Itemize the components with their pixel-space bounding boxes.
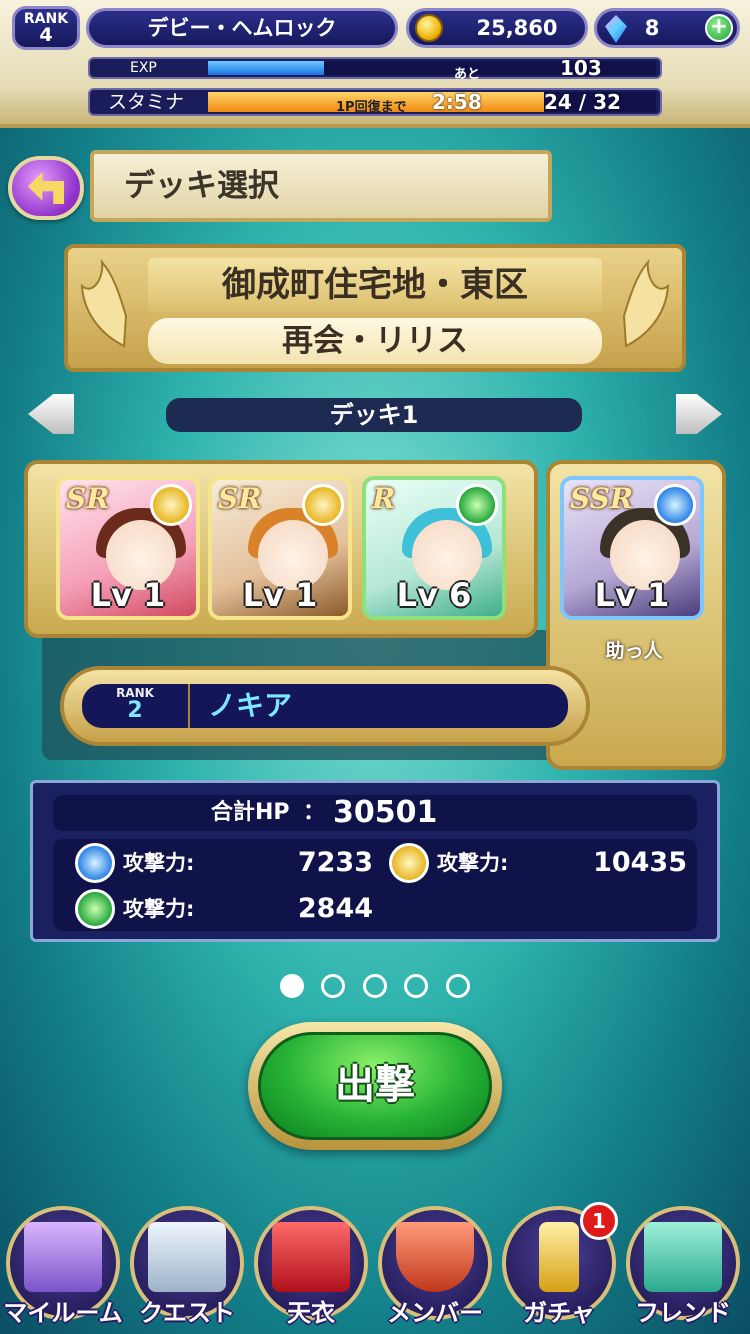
water-attack-label: 攻撃力: [123, 851, 195, 875]
total-hp-separator: ： [303, 800, 326, 825]
deck-card-1[interactable]: SR Lv 1 [56, 476, 200, 620]
attack-stats: 攻撃力: 7233 攻撃力: 10435 攻撃力: 2844 [53, 839, 697, 931]
gem-value: 8 [644, 16, 660, 40]
water-icon [75, 843, 115, 883]
prev-deck-arrow-icon[interactable] [28, 394, 74, 434]
leader-rank: RANK 2 [82, 684, 190, 728]
stamina-recover-label: 1P回復まで [336, 100, 407, 115]
page-dot-5[interactable] [446, 974, 470, 998]
helper-card[interactable]: SSR Lv 1 [560, 476, 704, 620]
gem-icon [605, 15, 627, 43]
deck-title: デッキ1 [166, 398, 582, 432]
rarity-badge: R [372, 482, 396, 515]
stamina-label: スタミナ [108, 91, 185, 113]
rarity-badge: SR [218, 482, 262, 515]
quest-name: 再会・リリス [148, 318, 602, 364]
total-hp-label: 合計HP [211, 800, 290, 825]
exp-fill [208, 61, 325, 75]
deck-card-2[interactable]: SR Lv 1 [208, 476, 352, 620]
sun-icon [389, 843, 429, 883]
leaf-icon [456, 484, 498, 526]
rarity-badge: SR [66, 482, 110, 515]
sun-icon [150, 484, 192, 526]
dress-icon [272, 1222, 350, 1292]
sun-attack-label: 攻撃力: [437, 851, 509, 875]
stamina-value: 24 / 32 [544, 90, 621, 114]
nav-label: メンバー [387, 1299, 483, 1327]
exp-remaining: 103 [560, 56, 602, 80]
nav-label: マイルーム [3, 1299, 123, 1327]
nav-label: ガチャ [523, 1299, 595, 1327]
card-level: Lv 1 [594, 576, 670, 614]
nav-member[interactable]: メンバー [372, 1188, 498, 1334]
page-dot-4[interactable] [404, 974, 428, 998]
sun-attack-value: 10435 [593, 847, 687, 878]
handshake-icon [644, 1222, 722, 1292]
nav-label: クエスト [139, 1299, 235, 1327]
coin-icon [415, 14, 443, 42]
gem-counter: 8 + [594, 8, 740, 48]
water-attack-value: 7233 [297, 847, 373, 878]
back-button[interactable] [8, 156, 84, 220]
player-rank-badge: RANK 4 [12, 6, 80, 50]
deck-stats-panel: 合計HP ： 30501 攻撃力: 7233 攻撃力: 10435 攻撃力: 2… [30, 780, 720, 942]
nav-myroom[interactable]: マイルーム [0, 1188, 126, 1334]
stamina-timer: 2:58 [432, 90, 482, 114]
stamina-bar: スタミナ 1P回復まで 2:58 24 / 32 [88, 88, 662, 116]
leaf-icon [75, 889, 115, 929]
nav-label: フレンド [635, 1299, 731, 1327]
coin-counter: 25,860 [406, 8, 588, 48]
leader-name: ノキア [208, 689, 293, 722]
add-gem-button[interactable]: + [705, 14, 733, 42]
water-icon [654, 484, 696, 526]
coin-value: 25,860 [476, 16, 558, 40]
rank-value: 4 [39, 24, 53, 46]
bottom-nav: マイルーム クエスト 天衣 メンバー 1 ガチャ フレンド [0, 1188, 750, 1334]
page-title: デッキ選択 [90, 150, 552, 222]
sortie-button[interactable]: 出撃 [258, 1032, 492, 1140]
exp-bar: EXP あと 103 [88, 56, 662, 82]
next-deck-arrow-icon[interactable] [676, 394, 722, 434]
page-dot-3[interactable] [363, 974, 387, 998]
nav-friend[interactable]: フレンド [620, 1188, 746, 1334]
nav-gacha[interactable]: 1 ガチャ [496, 1188, 622, 1334]
nav-quest[interactable]: クエスト [124, 1188, 250, 1334]
nav-tenui[interactable]: 天衣 [248, 1188, 374, 1334]
card-level: Lv 1 [242, 576, 318, 614]
card-level: Lv 6 [396, 576, 472, 614]
total-hp-value: 30501 [333, 795, 438, 830]
top-hud: RANK 4 デビー・ヘムロック 25,860 8 + EXP あと 103 ス… [0, 0, 750, 128]
griffin-ornament-icon [622, 258, 670, 348]
page-dot-2[interactable] [321, 974, 345, 998]
leaf-attack-label: 攻撃力: [123, 897, 195, 921]
quest-banner: 御成町住宅地・東区 再会・リリス [64, 244, 686, 372]
exp-remaining-prefix: あと [454, 67, 481, 82]
back-arrow-icon [28, 172, 64, 204]
helper-label: 助っ人 [605, 640, 663, 662]
player-name[interactable]: デビー・ヘムロック [86, 8, 398, 48]
exp-label: EXP [130, 60, 157, 76]
card-level: Lv 1 [90, 576, 166, 614]
leader-inner: RANK 2 ノキア [82, 684, 568, 728]
notification-badge: 1 [580, 1202, 618, 1240]
rarity-badge: SSR [570, 482, 634, 515]
leader-plate[interactable]: RANK 2 ノキア [60, 666, 590, 746]
leader-rank-value: 2 [127, 698, 143, 723]
sun-icon [302, 484, 344, 526]
sortie-button-frame: 出撃 [248, 1022, 502, 1150]
total-hp-row: 合計HP ： 30501 [53, 795, 697, 831]
page-dot-1[interactable] [280, 974, 304, 998]
quest-area: 御成町住宅地・東区 [148, 258, 602, 312]
nav-label: 天衣 [287, 1299, 335, 1327]
deck-card-3[interactable]: R Lv 6 [362, 476, 506, 620]
building-icon [148, 1222, 226, 1292]
wand-icon [539, 1222, 579, 1292]
griffin-ornament-icon [80, 258, 128, 348]
room-icon [24, 1222, 102, 1292]
leaf-attack-value: 2844 [297, 893, 373, 924]
